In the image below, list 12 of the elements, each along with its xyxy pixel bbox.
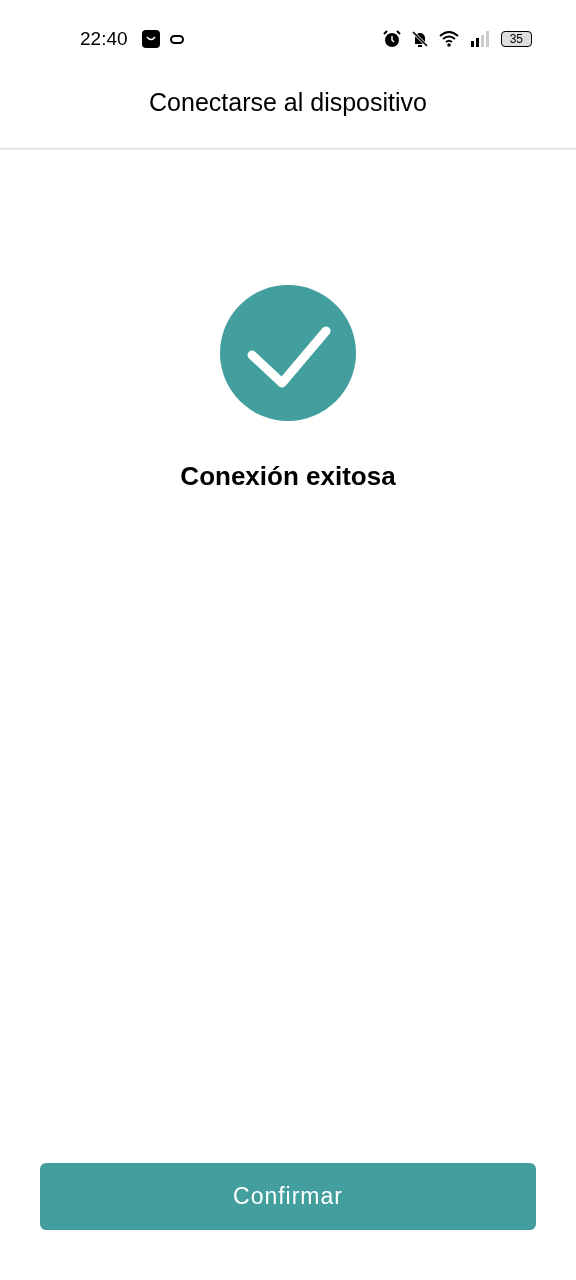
- success-message: Conexión exitosa: [180, 461, 396, 492]
- confirm-button[interactable]: Confirmar: [40, 1163, 536, 1230]
- battery-indicator: 35: [500, 31, 532, 47]
- pill-icon: [169, 34, 184, 44]
- wifi-icon: [438, 30, 461, 48]
- shopping-bag-icon: [141, 30, 160, 48]
- muted-bell-icon: [410, 30, 429, 48]
- screen-title: Conectarse al dispositivo: [149, 88, 427, 117]
- success-check-icon: [220, 285, 356, 421]
- status-time: 22:40: [80, 28, 128, 50]
- alarm-icon: [382, 30, 401, 48]
- signal-icon: [470, 31, 491, 47]
